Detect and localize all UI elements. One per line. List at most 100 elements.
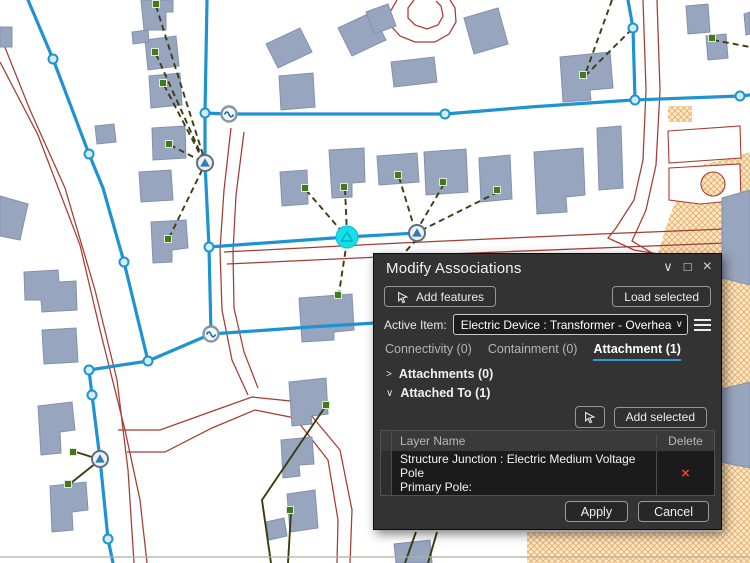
row-layer-name-line2: Primary Pole: [400,480,648,494]
tab-connectivity[interactable]: Connectivity (0) [385,342,472,361]
junction-point[interactable] [104,535,113,544]
load-selected-label: Load selected [624,290,699,304]
junction-point[interactable] [120,258,129,267]
cursor-arrow-icon [583,410,597,424]
chevron-down-icon[interactable]: ∨ [663,259,673,275]
building [391,57,437,87]
service-point[interactable] [341,184,348,191]
row-gutter[interactable] [381,451,392,495]
vegetation-circle [701,172,725,196]
parcel-outline [668,126,741,163]
service-point[interactable] [580,72,587,79]
junction-point[interactable] [201,109,210,118]
maximize-icon[interactable]: □ [684,259,692,275]
building [279,73,315,110]
service-point[interactable] [65,481,72,488]
junction-point[interactable] [205,243,214,252]
chevron-down-icon: ∨ [672,319,683,330]
junction-point[interactable] [88,391,97,400]
attached-to-expander[interactable]: ∨ Attached To (1) [386,386,490,400]
modify-associations-panel: Modify Associations ∨ □ × Add features L… [373,253,722,530]
map-view[interactable]: Modify Associations ∨ □ × Add features L… [0,0,750,563]
table-header: Layer Name Delete [381,431,714,451]
menu-icon[interactable] [694,319,711,331]
selected-transformer[interactable] [336,226,358,248]
junction-point[interactable] [49,55,58,64]
building [722,190,750,285]
service-point[interactable] [302,185,309,192]
vegetation-area [668,106,692,122]
building [479,155,512,202]
load-selected-button[interactable]: Load selected [612,286,711,307]
add-features-label: Add features [416,290,484,304]
attached-to-table: Layer Name Delete Structure Junction : E… [380,430,715,496]
column-layer-name: Layer Name [392,433,656,449]
building [686,4,710,34]
junction-point[interactable] [631,96,640,105]
switch-device[interactable] [204,327,219,342]
service-point[interactable] [153,1,160,8]
service-point[interactable] [70,449,77,456]
apply-label: Apply [581,505,612,519]
row-delete-cell: × [656,451,714,495]
add-selected-button[interactable]: Add selected [614,407,707,428]
apply-button[interactable]: Apply [565,501,628,522]
transformer-device[interactable] [197,155,213,171]
service-point[interactable] [440,179,447,186]
cancel-label: Cancel [654,505,693,519]
switch-device[interactable] [222,107,237,122]
cancel-button[interactable]: Cancel [638,501,709,522]
building [95,124,116,144]
building [718,382,750,468]
junction-point[interactable] [85,150,94,159]
building [424,149,468,195]
service-point[interactable] [335,292,342,299]
active-item-value: Electric Device : Transformer - Overhead… [461,318,672,332]
service-point[interactable] [395,172,402,179]
service-point[interactable] [323,402,330,409]
building [377,153,419,185]
association-tabs: Connectivity (0) Containment (0) Attachm… [385,342,681,361]
table-row[interactable]: Structure Junction : Electric Medium Vol… [381,451,714,495]
building [394,540,432,563]
transformer-device[interactable] [92,451,108,467]
building [266,518,287,540]
junction-point[interactable] [441,110,450,119]
building [132,30,149,44]
close-icon[interactable]: × [703,259,712,275]
tab-attachment[interactable]: Attachment (1) [593,342,681,361]
service-point[interactable] [152,49,159,56]
service-point[interactable] [166,141,173,148]
building [139,170,173,202]
active-item-dropdown[interactable]: Electric Device : Transformer - Overhead… [453,314,688,335]
junction-point[interactable] [736,92,745,101]
attachments-expander-label: Attachments (0) [399,367,493,381]
junction-point[interactable] [85,366,94,375]
junction-point[interactable] [144,357,153,366]
attachments-expander[interactable]: > Attachments (0) [386,367,493,381]
service-point[interactable] [165,236,172,243]
active-item-label: Active Item: [384,318,447,332]
cursor-arrow-icon [396,290,410,304]
table-gutter [381,431,392,451]
tab-containment[interactable]: Containment (0) [488,342,578,361]
building [42,328,78,364]
service-point[interactable] [709,35,716,42]
transformer-device[interactable] [409,225,425,241]
service-point[interactable] [494,187,501,194]
panel-title: Modify Associations [386,260,522,277]
column-delete: Delete [656,434,714,448]
add-selected-label: Add selected [626,410,695,424]
junction-point[interactable] [629,24,638,33]
row-layer-name: Structure Junction : Electric Medium Vol… [392,451,656,495]
attached-to-expander-label: Attached To (1) [400,386,490,400]
select-tool-button[interactable] [575,406,605,428]
delete-icon[interactable]: × [681,465,690,482]
service-point[interactable] [287,507,294,514]
service-point[interactable] [160,80,167,87]
add-features-button[interactable]: Add features [384,286,496,307]
chevron-right-icon: > [386,369,392,380]
chevron-down-icon: ∨ [386,388,393,399]
row-layer-name-line1: Structure Junction : Electric Medium Vol… [400,452,648,480]
building [0,27,12,47]
